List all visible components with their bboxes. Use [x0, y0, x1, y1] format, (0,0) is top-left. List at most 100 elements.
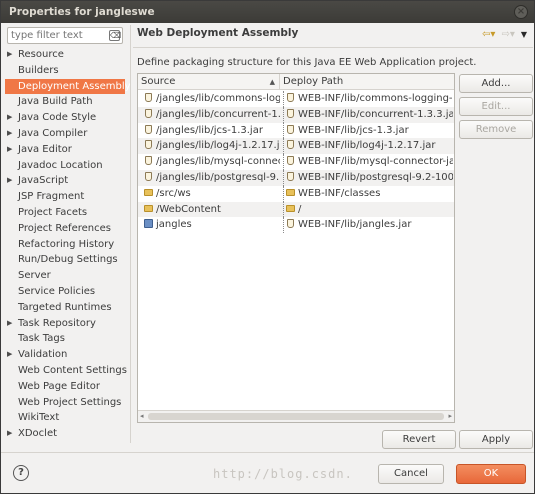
table-header: Source ▲ Deploy Path [138, 74, 454, 90]
filter-field[interactable]: ⌫ [7, 27, 123, 44]
deploy-path: WEB-INF/lib/jcs-1.3.jar [298, 124, 409, 136]
sidebar-item-label: Web Content Settings [18, 364, 127, 376]
source-cell: /WebContent [144, 202, 280, 218]
table-row[interactable]: /jangles/lib/log4j-1.2.17.ja WEB-INF/lib/… [138, 138, 454, 155]
title-bar: Properties for jangleswe × [1, 1, 534, 23]
table-row[interactable]: /src/ws WEB-INF/classes [138, 185, 454, 202]
forward-icon[interactable]: ⇨▾ [501, 29, 514, 40]
expand-arrow-icon[interactable]: ▶ [7, 347, 12, 363]
remove-button[interactable]: Remove [459, 120, 533, 139]
jar-icon [287, 219, 294, 229]
jar-icon [145, 171, 152, 181]
source-path: /WebContent [156, 203, 221, 215]
sidebar-item-jsp-fragment[interactable]: JSP Fragment [5, 189, 129, 205]
source-cell: /jangles/lib/log4j-1.2.17.ja [144, 138, 280, 154]
right-pane: Web Deployment Assembly ⇦▾ ⇨▾ ▼ Define p… [133, 23, 533, 449]
sidebar-item-java-code-style[interactable]: ▶ Java Code Style [5, 110, 129, 126]
sidebar-item-targeted-runtimes[interactable]: Targeted Runtimes [5, 300, 129, 316]
deploy-path-cell: / [283, 201, 453, 218]
expand-arrow-icon[interactable]: ▶ [7, 316, 12, 332]
sidebar-item-web-project-settings[interactable]: Web Project Settings [5, 395, 129, 411]
page-nav: ⇦▾ ⇨▾ ▼ [482, 28, 527, 40]
sidebar-item-project-references[interactable]: Project References [5, 221, 129, 237]
sidebar-item-project-facets[interactable]: Project Facets [5, 205, 129, 221]
deploy-path: WEB-INF/lib/mysql-connector-java- [298, 156, 453, 168]
source-path: /src/ws [156, 187, 191, 199]
table-row[interactable]: /WebContent / [138, 201, 454, 218]
scroll-left-icon[interactable]: ◂ [140, 412, 144, 420]
cancel-button[interactable]: Cancel [378, 464, 444, 484]
expand-arrow-icon[interactable]: ▶ [7, 110, 12, 126]
jar-icon [145, 108, 152, 118]
clear-filter-icon[interactable]: ⌫ [109, 30, 121, 41]
help-icon[interactable]: ? [13, 465, 29, 481]
sidebar-item-builders[interactable]: Builders [5, 63, 129, 79]
sidebar-item-task-repository[interactable]: ▶ Task Repository [5, 316, 129, 332]
add-button[interactable]: Add... [459, 74, 533, 93]
source-cell: /jangles/lib/concurrent-1.3 [144, 107, 280, 123]
horizontal-scrollbar[interactable]: ◂ ▸ [138, 410, 454, 422]
sidebar-item-service-policies[interactable]: Service Policies [5, 284, 129, 300]
sidebar-item-xdoclet[interactable]: ▶ XDoclet [5, 426, 129, 442]
sidebar-item-validation[interactable]: ▶ Validation [5, 347, 129, 363]
scrollbar-thumb[interactable] [148, 413, 444, 420]
expand-arrow-icon[interactable]: ▶ [7, 47, 12, 63]
window-title: Properties for jangleswe [9, 6, 155, 18]
back-icon[interactable]: ⇦▾ [482, 29, 495, 40]
scroll-right-icon[interactable]: ▸ [448, 412, 452, 420]
table-row[interactable]: /jangles/lib/postgresql-9.2 WEB-INF/lib/p… [138, 169, 454, 186]
column-header-source[interactable]: Source ▲ [138, 74, 280, 90]
source-cell: /jangles/lib/commons-logg [144, 91, 280, 107]
table-row[interactable]: /jangles/lib/commons-logg WEB-INF/lib/com… [138, 91, 454, 107]
table-row[interactable]: /jangles/lib/jcs-1.3.jar WEB-INF/lib/jcs-… [138, 122, 454, 139]
sidebar-item-deployment-assembly[interactable]: Deployment Assembly [5, 78, 131, 95]
revert-button[interactable]: Revert [382, 430, 456, 449]
filter-input[interactable] [8, 28, 108, 43]
table-row[interactable]: /jangles/lib/mysql-connect WEB-INF/lib/my… [138, 154, 454, 170]
expand-arrow-icon[interactable]: ▶ [7, 173, 12, 189]
expand-arrow-icon[interactable]: ▶ [7, 142, 12, 158]
deploy-path-cell: WEB-INF/lib/concurrent-1.3.3.jar [283, 106, 453, 123]
sidebar-item-web-content-settings[interactable]: Web Content Settings [5, 363, 129, 379]
column-header-deploy-path[interactable]: Deploy Path [280, 74, 454, 90]
sidebar-item-java-compiler[interactable]: ▶ Java Compiler [5, 126, 129, 142]
sidebar-item-resource[interactable]: ▶ Resource [5, 47, 129, 63]
sidebar-item-server[interactable]: Server [5, 268, 129, 284]
jar-icon [287, 156, 294, 166]
close-icon[interactable]: × [514, 5, 528, 19]
sidebar-item-java-build-path[interactable]: Java Build Path [5, 94, 129, 110]
sidebar-item-javascript[interactable]: ▶ JavaScript [5, 173, 129, 189]
sidebar-item-label: XDoclet [18, 428, 58, 440]
deploy-path: / [298, 203, 302, 215]
sidebar-item-javadoc-location[interactable]: Javadoc Location [5, 158, 129, 174]
deploy-path: WEB-INF/lib/log4j-1.2.17.jar [298, 140, 436, 152]
pane-divider[interactable] [130, 25, 131, 443]
page-title: Web Deployment Assembly [137, 27, 299, 39]
expand-arrow-icon[interactable]: ▶ [7, 126, 12, 142]
view-menu-icon[interactable]: ▼ [521, 30, 527, 39]
sidebar-item-task-tags[interactable]: Task Tags [5, 331, 129, 347]
sidebar-item-java-editor[interactable]: ▶ Java Editor [5, 142, 129, 158]
deploy-path: WEB-INF/lib/commons-logging-1.1. [298, 93, 453, 104]
source-path: jangles [156, 219, 192, 231]
table-row[interactable]: /jangles/lib/concurrent-1.3 WEB-INF/lib/c… [138, 106, 454, 123]
jar-icon [145, 124, 152, 134]
sidebar-item-label: Targeted Runtimes [18, 301, 112, 313]
jar-icon [287, 171, 294, 181]
source-cell: /jangles/lib/jcs-1.3.jar [144, 123, 280, 139]
jar-icon [145, 93, 152, 102]
sidebar-item-refactoring-history[interactable]: Refactoring History [5, 237, 129, 253]
expand-arrow-icon[interactable]: ▶ [7, 426, 12, 442]
apply-button[interactable]: Apply [459, 430, 533, 449]
sidebar-item-web-page-editor[interactable]: Web Page Editor [5, 379, 129, 395]
sidebar-item-run-debug-settings[interactable]: Run/Debug Settings [5, 252, 129, 268]
table-row[interactable]: jangles WEB-INF/lib/jangles.jar [138, 217, 454, 234]
sidebar-item-label: Refactoring History [18, 238, 115, 250]
sidebar-item-label: Deployment Assembly [18, 80, 131, 92]
ok-button[interactable]: OK [456, 464, 526, 484]
sidebar-item-label: Web Page Editor [18, 380, 100, 392]
edit-button[interactable]: Edit... [459, 97, 533, 116]
sidebar-item-wikitext[interactable]: WikiText [5, 410, 129, 426]
deploy-path: WEB-INF/lib/concurrent-1.3.3.jar [298, 108, 453, 120]
folder-icon [286, 188, 295, 196]
